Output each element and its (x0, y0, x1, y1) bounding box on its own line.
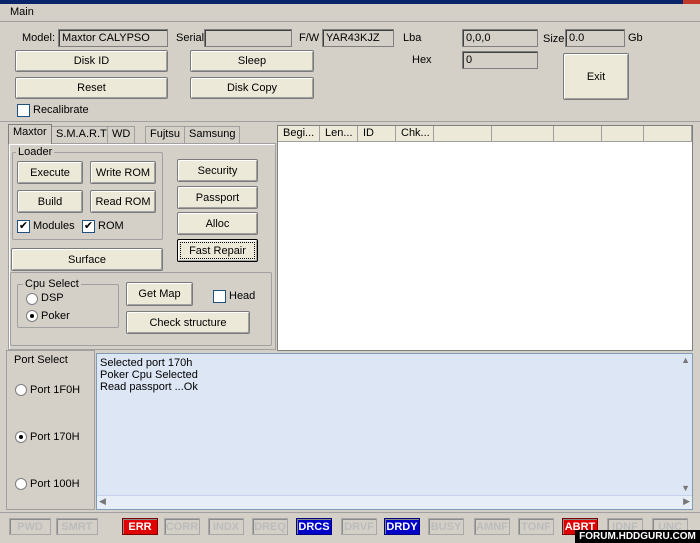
check-structure-button[interactable]: Check structure (126, 311, 250, 334)
status-busy: BUSY (428, 518, 464, 535)
status-drcs: DRCS (296, 518, 332, 535)
exit-button[interactable]: Exit (563, 53, 629, 100)
size-unit: Gb (628, 32, 643, 44)
hex-field: 0 (462, 51, 538, 69)
log-line: Read passport ...Ok (100, 381, 198, 393)
port-100h-radio[interactable] (15, 478, 27, 490)
col-empty-2 (492, 126, 554, 142)
header-divider (0, 121, 700, 122)
port-100h-label: Port 100H (30, 478, 80, 490)
status-tonf: TONF (518, 518, 554, 535)
surface-button[interactable]: Surface (11, 248, 163, 271)
status-corr: CORR (164, 518, 200, 535)
fw-field: YAR43KJZ (322, 29, 394, 47)
passport-button[interactable]: Passport (177, 186, 258, 209)
status-indx: INDX (208, 518, 244, 535)
lba-label: Lba (403, 32, 422, 44)
status-err: ERR (122, 518, 158, 535)
cpu-select-title: Cpu Select (23, 278, 81, 290)
rom-label: ROM (98, 220, 124, 232)
scroll-down-icon[interactable]: ▼ (681, 483, 690, 493)
col-id[interactable]: ID (358, 126, 396, 142)
poker-radio[interactable] (26, 310, 38, 322)
recalibrate-checkbox[interactable] (17, 104, 30, 117)
col-empty-1 (434, 126, 492, 142)
write-rom-button[interactable]: Write ROM (90, 161, 156, 184)
port-1f0h-radio[interactable] (15, 384, 27, 396)
size-field: 0.0 (565, 29, 625, 47)
fast-repair-button[interactable]: Fast Repair (177, 239, 258, 262)
serial-field (204, 29, 292, 47)
hex-label: Hex (412, 54, 432, 66)
port-select-title: Port Select (14, 354, 68, 366)
col-empty-3 (554, 126, 602, 142)
menu-bar: Main (0, 4, 700, 22)
tab-wd[interactable]: WD (107, 126, 136, 143)
col-chk[interactable]: Chk... (396, 126, 434, 142)
sleep-button[interactable]: Sleep (190, 50, 314, 72)
col-length[interactable]: Len... (320, 126, 358, 142)
port-170h-label: Port 170H (30, 431, 80, 443)
status-dreq: DREQ (252, 518, 288, 535)
model-label: Model: (22, 32, 56, 44)
status-drdy: DRDY (384, 518, 420, 535)
log-line: Selected port 170h (100, 357, 193, 369)
tab-fujitsu[interactable]: Fujtsu (145, 126, 185, 143)
tab-maxtor[interactable]: Maxtor (8, 124, 52, 144)
disk-copy-button[interactable]: Disk Copy (190, 77, 314, 99)
alloc-button[interactable]: Alloc (177, 212, 258, 235)
head-checkbox[interactable] (213, 290, 226, 303)
dsp-label: DSP (41, 292, 64, 304)
scroll-left-icon[interactable]: ◀ (99, 496, 106, 507)
log-hscrollbar[interactable]: ◀ ▶ (97, 495, 692, 509)
size-label: Size (543, 33, 565, 45)
tab-samsung[interactable]: Samsung (184, 126, 241, 143)
execute-button[interactable]: Execute (17, 161, 83, 184)
sector-table[interactable] (277, 125, 693, 351)
status-amnf: AMNF (474, 518, 510, 535)
scroll-right-icon[interactable]: ▶ (683, 496, 690, 507)
poker-label: Poker (41, 310, 70, 322)
reset-button[interactable]: Reset (15, 77, 168, 99)
log-panel[interactable]: Selected port 170h Poker Cpu Selected Re… (96, 353, 693, 510)
get-map-button[interactable]: Get Map (126, 282, 193, 306)
port-170h-radio[interactable] (15, 431, 27, 443)
read-rom-button[interactable]: Read ROM (90, 190, 156, 213)
serial-label: Serial (176, 32, 205, 44)
build-button[interactable]: Build (17, 190, 83, 213)
head-label: Head (229, 290, 256, 302)
recalibrate-label: Recalibrate (33, 104, 89, 116)
fw-label: F/W (299, 32, 320, 44)
status-smrt: SMRT (56, 518, 98, 535)
col-empty-4 (602, 126, 644, 142)
model-field: Maxtor CALYPSO (58, 29, 168, 47)
loader-title: Loader (16, 146, 55, 158)
modules-label: Modules (33, 220, 75, 232)
status-pwd: PWD (9, 518, 51, 535)
port-1f0h-label: Port 1F0H (30, 384, 81, 396)
security-button[interactable]: Security (177, 159, 258, 182)
scroll-up-icon[interactable]: ▲ (681, 355, 690, 365)
modules-checkbox[interactable]: ✔ (17, 220, 30, 233)
col-empty-5 (644, 126, 692, 142)
menu-main[interactable]: Main (10, 6, 34, 18)
watermark: FORUM.HDDGURU.COM (575, 530, 700, 543)
rom-checkbox[interactable]: ✔ (82, 220, 95, 233)
tab-smart[interactable]: S.M.A.R.T (51, 126, 112, 143)
status-drvf: DRVF (341, 518, 377, 535)
log-line: Poker Cpu Selected (100, 369, 198, 381)
disk-id-button[interactable]: Disk ID (15, 50, 168, 72)
col-begin[interactable]: Begi... (278, 126, 320, 142)
dsp-radio[interactable] (26, 293, 38, 305)
lba-field: 0,0,0 (462, 29, 538, 47)
